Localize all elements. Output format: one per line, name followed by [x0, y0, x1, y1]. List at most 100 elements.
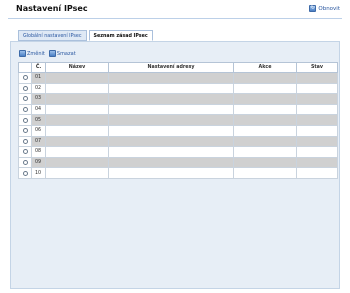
edit-icon: [19, 50, 26, 57]
row-select-radio[interactable]: [22, 138, 28, 144]
table-row[interactable]: 04: [18, 103, 338, 116]
table-row[interactable]: 03: [18, 93, 338, 105]
row-address-cell: [108, 103, 234, 116]
row-select-radio[interactable]: [22, 75, 28, 81]
row-action-cell: [233, 114, 297, 126]
row-status-cell: [296, 156, 338, 169]
row-name-cell: [45, 146, 109, 158]
action-column-header: Akce: [233, 62, 297, 73]
table-row[interactable]: 10: [18, 167, 338, 179]
row-select-cell: [18, 146, 32, 158]
row-number: 03: [31, 93, 46, 105]
row-name-cell: [45, 103, 109, 116]
row-name-cell: [45, 82, 109, 95]
row-action-cell: [233, 135, 297, 148]
row-address-cell: [108, 72, 234, 84]
address-settings-column-header: Nastavení adresy: [108, 62, 234, 73]
row-number: 01: [31, 72, 46, 84]
table-row[interactable]: 02: [18, 82, 338, 95]
row-select-cell: [18, 156, 32, 169]
row-action-cell: [233, 103, 297, 116]
row-address-cell: [108, 135, 234, 148]
table-row[interactable]: 08: [18, 146, 338, 158]
row-select-radio[interactable]: [22, 117, 28, 123]
table-row[interactable]: 09: [18, 156, 338, 169]
change-button[interactable]: Změnit: [19, 50, 45, 57]
row-name-cell: [45, 156, 109, 169]
header-divider: [8, 18, 342, 19]
row-address-cell: [108, 156, 234, 169]
page-title: Nastavení IPsec: [16, 4, 88, 13]
number-column-header: Č.: [31, 62, 46, 73]
row-status-cell: [296, 135, 338, 148]
row-action-cell: [233, 146, 297, 158]
row-action-cell: [233, 124, 297, 137]
change-label: Změnit: [27, 50, 45, 57]
policy-table: Č. Název Nastavení adresy Akce Stav 01 0…: [18, 62, 338, 179]
row-status-cell: [296, 124, 338, 137]
row-status-cell: [296, 146, 338, 158]
table-row[interactable]: 06: [18, 124, 338, 137]
row-number: 07: [31, 135, 46, 148]
row-number: 09: [31, 156, 46, 169]
row-select-cell: [18, 167, 32, 179]
refresh-button[interactable]: ↻ Obnovit: [309, 5, 340, 12]
row-select-cell: [18, 82, 32, 95]
status-column-header: Stav: [296, 62, 338, 73]
row-select-radio[interactable]: [22, 149, 28, 155]
policy-list-panel: Změnit Smazat Č. Název Nastavení adresy …: [10, 41, 340, 289]
row-status-cell: [296, 72, 338, 84]
row-select-cell: [18, 124, 32, 137]
table-row[interactable]: 07: [18, 135, 338, 148]
row-number: 08: [31, 146, 46, 158]
row-action-cell: [233, 72, 297, 84]
row-name-cell: [45, 167, 109, 179]
tab-bar: Globální nastavení IPsec Seznam zásad IP…: [18, 30, 153, 41]
table-row[interactable]: 05: [18, 114, 338, 126]
row-name-cell: [45, 93, 109, 105]
row-select-radio[interactable]: [22, 170, 28, 176]
row-name-cell: [45, 114, 109, 126]
row-status-cell: [296, 103, 338, 116]
row-select-radio[interactable]: [22, 160, 28, 166]
delete-label: Smazat: [56, 50, 76, 57]
tab-global-ipsec-settings[interactable]: Globální nastavení IPsec: [18, 30, 87, 41]
table-header-row: Č. Název Nastavení adresy Akce Stav: [18, 62, 338, 73]
row-address-cell: [108, 124, 234, 137]
tab-ipsec-policy-list[interactable]: Seznam zásad IPsec: [88, 30, 153, 41]
row-select-cell: [18, 114, 32, 126]
row-select-cell: [18, 93, 32, 105]
row-status-cell: [296, 82, 338, 95]
refresh-label: Obnovit: [318, 5, 340, 12]
row-action-cell: [233, 156, 297, 169]
refresh-icon: ↻: [309, 5, 317, 12]
row-name-cell: [45, 135, 109, 148]
row-select-radio[interactable]: [22, 107, 28, 113]
delete-icon: [48, 50, 56, 57]
action-bar: Změnit Smazat: [19, 50, 76, 57]
row-address-cell: [108, 167, 234, 179]
select-column-header: [18, 62, 32, 73]
row-status-cell: [296, 114, 338, 126]
row-select-cell: [18, 135, 32, 148]
row-select-cell: [18, 72, 32, 84]
name-column-header: Název: [45, 62, 109, 73]
row-number: 10: [31, 167, 46, 179]
row-address-cell: [108, 82, 234, 95]
row-action-cell: [233, 93, 297, 105]
row-action-cell: [233, 82, 297, 95]
row-status-cell: [296, 167, 338, 179]
row-number: 06: [31, 124, 46, 137]
row-number: 02: [31, 82, 46, 95]
row-select-radio[interactable]: [22, 96, 28, 102]
row-select-radio[interactable]: [22, 128, 28, 134]
row-status-cell: [296, 93, 338, 105]
row-address-cell: [108, 146, 234, 158]
row-address-cell: [108, 93, 234, 105]
row-address-cell: [108, 114, 234, 126]
row-select-radio[interactable]: [22, 85, 28, 91]
row-number: 05: [31, 114, 46, 126]
row-select-cell: [18, 103, 32, 116]
delete-button[interactable]: Smazat: [48, 50, 76, 57]
table-row[interactable]: 01: [18, 72, 338, 84]
